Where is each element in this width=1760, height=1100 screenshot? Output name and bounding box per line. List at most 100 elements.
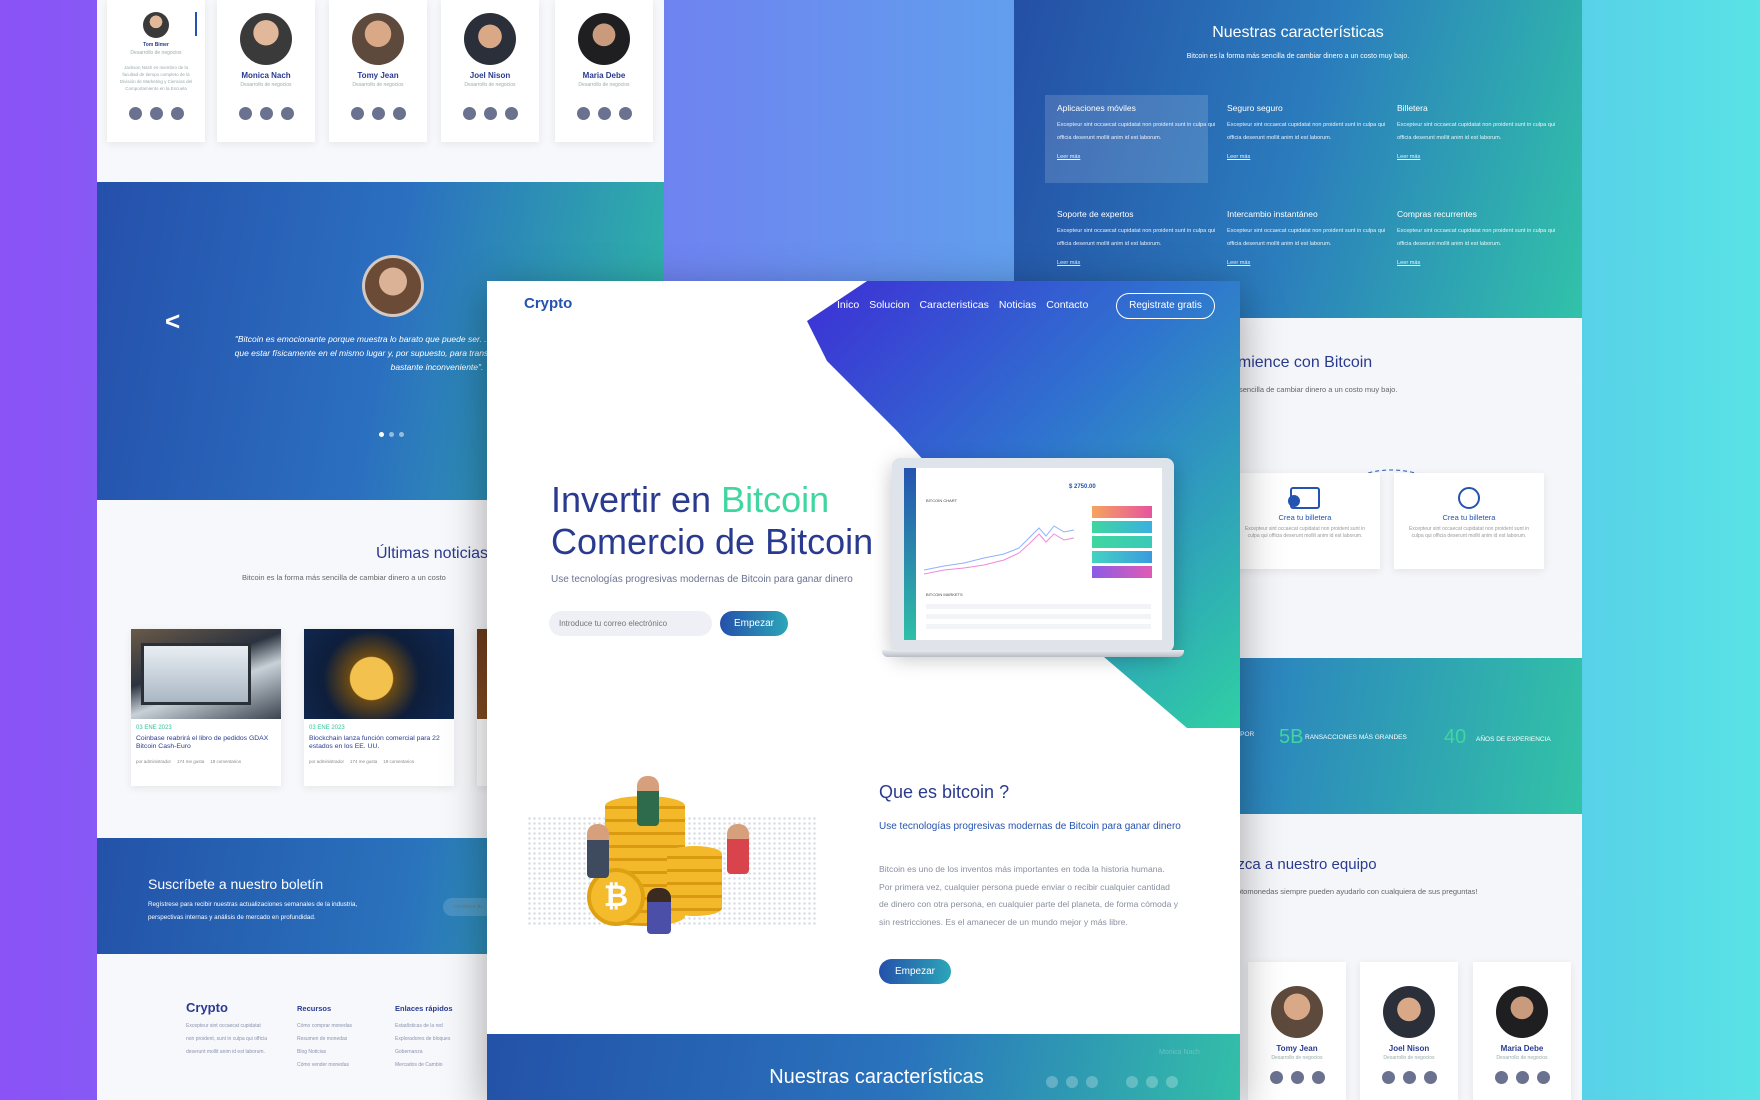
main-nav: Inico Solucion Caracteristicas Noticias …	[837, 299, 1088, 311]
feature-item: Compras recurrentes Excepteur sint occaec…	[1397, 209, 1559, 299]
feature-item: Aplicaciones móviles Excepteur sint occae…	[1057, 103, 1219, 193]
nav-item-solucion[interactable]: Solucion	[869, 299, 909, 311]
team-role: Desarrollo de negocios	[240, 82, 292, 88]
feature-link[interactable]: Leer más	[1227, 260, 1250, 266]
social-icon	[1066, 1076, 1078, 1088]
social-icon[interactable]	[350, 107, 364, 120]
feature-link[interactable]: Leer más	[1227, 154, 1250, 160]
newsletter-text: Regístrese para recibir nuestras actuali…	[148, 901, 358, 921]
footer-link[interactable]: Resumen de monedas	[297, 1033, 352, 1046]
news-card[interactable]: 03 ENE 2023 Blockchain lanza función com…	[304, 629, 454, 786]
register-button[interactable]: Registrate gratis	[1116, 293, 1215, 319]
footer-link[interactable]: Exploradores de bloques	[395, 1033, 450, 1046]
social-icon[interactable]	[238, 107, 252, 120]
nav-item-inicio[interactable]: Inico	[837, 299, 859, 311]
social-icon[interactable]	[128, 107, 142, 120]
carousel-dot[interactable]	[379, 432, 384, 437]
bitcoin-illustration: ₿	[527, 776, 827, 951]
social-icon[interactable]	[1290, 1071, 1304, 1084]
feature-link[interactable]: Leer más	[1397, 260, 1420, 266]
social-icon[interactable]	[280, 107, 294, 120]
carousel-dot[interactable]	[399, 432, 404, 437]
footer-link[interactable]: Cómo vender monedas	[297, 1059, 352, 1072]
footer-link[interactable]: Gobernanza	[395, 1046, 450, 1059]
team-name: Tomy Jean	[1276, 1044, 1318, 1053]
news-card[interactable]: 03 ENE 2023 Coinbase reabrirá el libro d…	[131, 629, 281, 786]
avatar	[464, 13, 516, 65]
team-card: Tomy Jean Desarrollo de negocios	[1248, 962, 1346, 1100]
dashboard-line-chart	[924, 525, 1074, 575]
social-icon[interactable]	[597, 107, 611, 120]
nav-item-caracteristicas[interactable]: Caracteristicas	[919, 299, 988, 311]
start-button[interactable]: Empezar	[720, 611, 788, 636]
carousel-dot[interactable]	[389, 432, 394, 437]
social-icon[interactable]	[462, 107, 476, 120]
social-icon[interactable]	[618, 107, 632, 120]
globe-icon	[1458, 487, 1480, 509]
dashboard-tiles	[1092, 506, 1152, 578]
social-icon[interactable]	[1402, 1071, 1416, 1084]
social-icon[interactable]	[1423, 1071, 1437, 1084]
nav-item-contacto[interactable]: Contacto	[1046, 299, 1088, 311]
feature-text: Excepteur sint occaecat cupidatat non pr…	[1227, 122, 1386, 141]
dashboard-sidebar	[904, 468, 916, 640]
social-icon[interactable]	[1269, 1071, 1283, 1084]
email-input[interactable]	[549, 611, 712, 636]
social-icon[interactable]	[1536, 1071, 1550, 1084]
team-name: Tomy Jean	[357, 71, 399, 80]
social-icon[interactable]	[371, 107, 385, 120]
feature-title: Billetera	[1397, 103, 1428, 113]
avatar	[578, 13, 630, 65]
social-icon	[1046, 1076, 1058, 1088]
footer-link[interactable]: Estadísticas de la red	[395, 1020, 450, 1033]
nav-item-noticias[interactable]: Noticias	[999, 299, 1036, 311]
avatar	[352, 13, 404, 65]
news-author: por administrador	[136, 759, 172, 764]
footer-logo[interactable]: Crypto	[186, 1000, 228, 1015]
feature-link[interactable]: Leer más	[1397, 154, 1420, 160]
feature-link[interactable]: Leer más	[1057, 260, 1080, 266]
step-title: Crea tu billetera	[1278, 513, 1332, 522]
feature-text: Excepteur sint occaecat cupidatat non pr…	[1057, 228, 1216, 247]
social-icon[interactable]	[1311, 1071, 1325, 1084]
team-title: ozca a nuestro equipo	[1229, 856, 1377, 873]
prev-arrow-icon[interactable]: <	[165, 306, 180, 337]
footer-link[interactable]: Cómo comprar monedas	[297, 1020, 352, 1033]
team-role: Desarrollo de negocios	[1496, 1055, 1548, 1061]
social-icon[interactable]	[149, 107, 163, 120]
dashboard-table-title: BITCOIN MARKETS	[926, 592, 963, 597]
peek-team-name: Monica Nach	[1159, 1049, 1200, 1056]
feature-title: Intercambio instantáneo	[1227, 209, 1318, 219]
footer-link[interactable]: Mercados de Cambio	[395, 1059, 450, 1072]
features-strip: Nuestras características Monica Nach	[487, 1034, 1240, 1100]
social-icon[interactable]	[576, 107, 590, 120]
footer-link[interactable]: Blog Noticias	[297, 1046, 352, 1059]
social-icon[interactable]	[392, 107, 406, 120]
news-image	[131, 629, 281, 719]
feature-text: Excepteur sint occaecat cupidatat non pr…	[1397, 228, 1556, 247]
feature-link[interactable]: Leer más	[1057, 154, 1080, 160]
avatar	[1496, 986, 1548, 1038]
main-landing-page: Crypto Inico Solucion Caracteristicas No…	[487, 281, 1240, 1100]
social-icon[interactable]	[1381, 1071, 1395, 1084]
social-icon[interactable]	[170, 107, 184, 120]
hero-title-line2: Comercio de Bitcoin	[551, 521, 874, 562]
stat-label: RANSACCIONES MÁS GRANDES	[1305, 734, 1407, 741]
team-card: Tom Bimer Desarrollo de negocios Jackson…	[107, 0, 205, 142]
social-icon[interactable]	[1494, 1071, 1508, 1084]
step-card: Crea tu billetera Excepteur sint occaeca…	[1230, 473, 1380, 569]
what-title: Que es bitcoin ?	[879, 782, 1010, 802]
social-icon[interactable]	[504, 107, 518, 120]
step-title: Crea tu billetera	[1442, 513, 1496, 522]
site-logo[interactable]: Crypto	[524, 295, 572, 312]
social-icon[interactable]	[1515, 1071, 1529, 1084]
social-icon[interactable]	[483, 107, 497, 120]
news-headline[interactable]: Coinbase reabrirá el libro de pedidos GD…	[136, 735, 276, 751]
what-start-button[interactable]: Empezar	[879, 959, 951, 984]
features-subtitle: Bitcoin es la forma más sencilla de camb…	[1186, 53, 1410, 60]
dashboard-screen: $ 2750.00 BITCOIN CHART BITCOIN MARKETS	[904, 468, 1162, 640]
social-icon[interactable]	[259, 107, 273, 120]
news-headline[interactable]: Blockchain lanza función comercial para …	[309, 735, 449, 751]
hero-title-highlight: Bitcoin	[721, 479, 830, 520]
team-name: Joel Nison	[1388, 1044, 1430, 1053]
